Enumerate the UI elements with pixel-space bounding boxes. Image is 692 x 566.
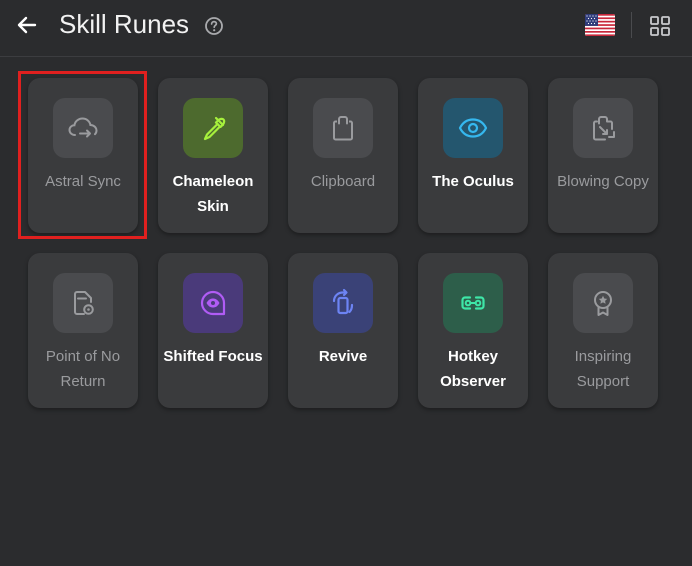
file-record-icon (74, 291, 94, 315)
card-the-oculus[interactable]: The Oculus (418, 78, 528, 233)
eye-icon (458, 118, 488, 138)
card-label: Shifted Focus (163, 348, 263, 365)
cloud-sync-icon (68, 117, 98, 138)
header-divider (631, 12, 632, 38)
card-clipboard[interactable]: Clipboard (288, 78, 398, 233)
grid-view-icon (650, 16, 670, 36)
grid-view-button[interactable] (646, 12, 674, 40)
language-flag-button[interactable] (585, 14, 615, 36)
card-shifted-focus[interactable]: Shifted Focus (158, 253, 268, 408)
card-icon-tile (53, 273, 113, 333)
card-label: Hotkey Observer (440, 348, 506, 390)
card-icon-tile (573, 98, 633, 158)
eyedropper-icon (203, 116, 226, 141)
card-icon-tile (53, 98, 113, 158)
card-label: Revive (318, 348, 368, 365)
link-keys-icon (461, 296, 485, 310)
card-icon-tile (443, 273, 503, 333)
award-ribbon-icon (594, 291, 612, 316)
help-circle-icon[interactable] (204, 16, 224, 36)
card-hotkey-observer[interactable]: Hotkey Observer (418, 253, 528, 408)
card-icon-tile (573, 273, 633, 333)
copy-cut-icon (593, 116, 615, 141)
phone-rotate-icon (332, 288, 354, 315)
card-revive[interactable]: Revive (288, 253, 398, 408)
back-button[interactable] (12, 10, 42, 40)
card-icon-tile (313, 98, 373, 158)
card-icon-tile (183, 98, 243, 158)
top-bar: Skill Runes (0, 0, 692, 57)
card-label: The Oculus (432, 173, 514, 190)
clipboard-icon (333, 116, 353, 141)
card-label: Blowing Copy (557, 173, 649, 190)
card-label: Astral Sync (45, 173, 121, 190)
focus-eye-icon (200, 290, 226, 316)
card-label: Inspiring Support (574, 348, 632, 390)
arrow-left-icon (17, 16, 37, 34)
card-point-of-no-return[interactable]: Point of No Return (28, 253, 138, 408)
card-icon-tile (443, 98, 503, 158)
card-label: Clipboard (310, 173, 376, 190)
card-icon-tile (183, 273, 243, 333)
card-label: Point of No Return (45, 348, 121, 390)
card-icon-tile (313, 273, 373, 333)
card-inspiring-support[interactable]: Inspiring Support (548, 253, 658, 408)
page-title: Skill Runes (59, 9, 190, 39)
card-blowing-copy[interactable]: Blowing Copy (548, 78, 658, 233)
card-chameleon-skin[interactable]: Chameleon Skin (158, 78, 268, 233)
card-label: Chameleon Skin (172, 173, 254, 215)
card-astral-sync[interactable]: Astral Sync (28, 78, 138, 233)
us-flag-icon (585, 14, 615, 36)
